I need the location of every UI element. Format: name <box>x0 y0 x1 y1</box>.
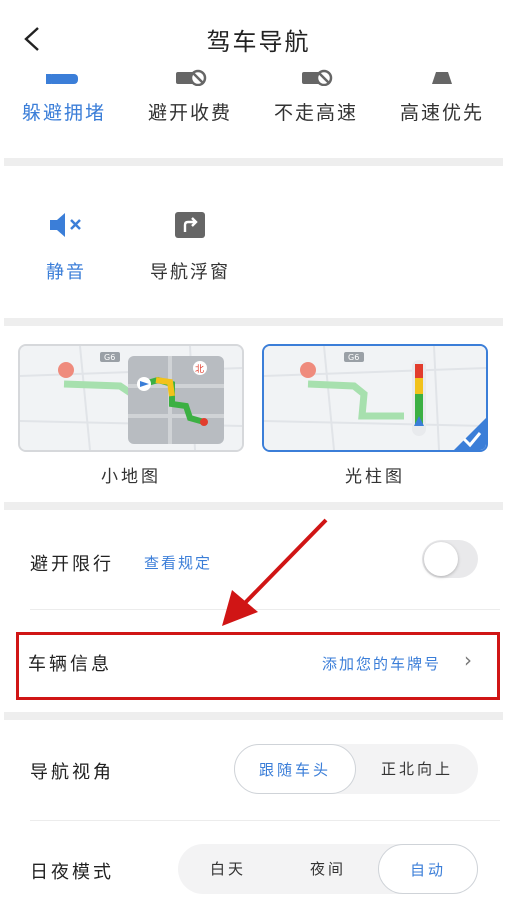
tool-label: 静音 <box>46 262 86 283</box>
toggle-knob <box>424 542 458 576</box>
annotation-arrow-icon <box>222 518 328 626</box>
day-night-option-night[interactable]: 夜间 <box>278 844 378 894</box>
svg-text:G6: G6 <box>348 353 359 362</box>
route-pref-avoid-congestion[interactable]: 躲避拥堵 <box>4 60 124 125</box>
tool-label: 导航浮窗 <box>150 262 230 283</box>
route-pref-highway-first[interactable]: 高速优先 <box>382 60 502 125</box>
divider <box>4 712 503 720</box>
tool-floating-window[interactable]: 导航浮窗 <box>140 210 240 284</box>
nav-view-option-follow[interactable]: 跟随车头 <box>234 744 356 794</box>
avoid-toll-icon <box>170 60 210 87</box>
lightbar-preview: G6 <box>264 346 486 450</box>
separator <box>30 820 500 821</box>
map-view-label: 光柱图 <box>345 467 405 487</box>
route-pref-no-highway[interactable]: 不走高速 <box>256 60 376 125</box>
tool-mute[interactable]: 静音 <box>16 210 116 284</box>
route-pref-label: 不走高速 <box>273 102 358 124</box>
highlight-box <box>16 632 500 700</box>
day-night-row: 日夜模式 白天 夜间 自动 <box>30 844 500 896</box>
route-pref-label: 躲避拥堵 <box>21 102 106 124</box>
route-pref-avoid-toll[interactable]: 避开收费 <box>130 60 250 125</box>
highway-first-icon <box>422 60 462 86</box>
no-highway-icon <box>296 60 336 87</box>
nav-view-row: 导航视角 跟随车头 正北向上 <box>30 744 500 796</box>
mute-icon <box>50 213 81 237</box>
minimap-preview: G6 北 <box>20 346 242 450</box>
day-night-segmented: 白天 夜间 自动 <box>178 844 478 894</box>
day-night-option-auto[interactable]: 自动 <box>378 844 478 894</box>
map-view-label: 小地图 <box>101 467 161 487</box>
nav-view-option-north-up[interactable]: 正北向上 <box>356 744 478 794</box>
map-view-card-lightbar[interactable]: G6 <box>262 344 488 452</box>
divider <box>4 318 503 326</box>
route-preferences: 躲避拥堵 避开收费 不走高速 高速优先 <box>0 60 517 158</box>
route-pref-label: 高速优先 <box>399 102 484 124</box>
route-pref-label: 避开收费 <box>147 102 232 124</box>
restriction-toggle[interactable] <box>422 540 478 578</box>
avoid-congestion-icon <box>44 60 84 86</box>
divider <box>4 158 503 166</box>
svg-text:G6: G6 <box>104 353 115 362</box>
map-view-card-minimap[interactable]: G6 北 <box>18 344 244 452</box>
floating-window-icon <box>175 212 205 238</box>
nav-view-segmented: 跟随车头 正北向上 <box>234 744 478 794</box>
divider <box>4 502 503 510</box>
nav-view-label: 导航视角 <box>30 762 114 783</box>
nav-tools: 静音 导航浮窗 <box>0 170 517 320</box>
day-night-label: 日夜模式 <box>30 862 114 883</box>
page-title: 驾车导航 <box>206 28 311 56</box>
north-badge: 北 <box>195 364 204 375</box>
view-rules-link[interactable]: 查看规定 <box>144 552 212 573</box>
day-night-option-day[interactable]: 白天 <box>178 844 278 894</box>
restriction-label: 避开限行 <box>30 554 114 575</box>
